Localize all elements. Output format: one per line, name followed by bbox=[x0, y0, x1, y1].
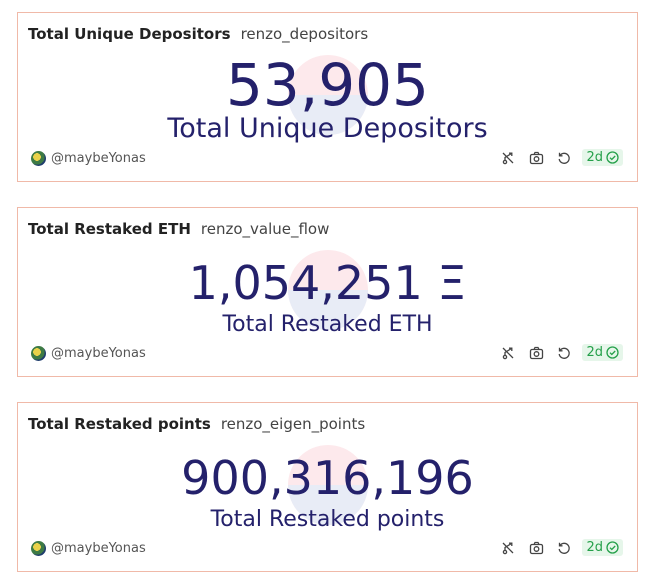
check-circle-icon bbox=[606, 541, 619, 554]
counter-value: 53,905 bbox=[226, 51, 429, 119]
counter-value: 900,316,196 bbox=[181, 451, 474, 505]
author-link[interactable]: @maybeYonas bbox=[31, 346, 146, 361]
card-title[interactable]: Total Unique Depositors bbox=[28, 25, 231, 43]
card-header: Total Restaked points renzo_eigen_points bbox=[28, 414, 365, 433]
counter-label: Total Restaked ETH bbox=[222, 312, 433, 337]
fork-icon[interactable] bbox=[500, 540, 516, 556]
check-circle-icon bbox=[606, 151, 619, 164]
author-name[interactable]: @maybeYonas bbox=[51, 151, 146, 166]
counter-card-restaked-eth: Total Restaked ETH renzo_value_flow 1,054… bbox=[17, 207, 638, 377]
card-title[interactable]: Total Restaked ETH bbox=[28, 220, 191, 238]
refresh-icon[interactable] bbox=[556, 345, 572, 361]
camera-icon[interactable] bbox=[528, 345, 544, 361]
age-text: 2d bbox=[586, 150, 603, 165]
camera-icon[interactable] bbox=[528, 540, 544, 556]
counter-card-depositors: Total Unique Depositors renzo_depositors … bbox=[17, 12, 638, 182]
card-actions: 2d bbox=[488, 539, 623, 556]
fork-icon[interactable] bbox=[500, 150, 516, 166]
card-query-name[interactable]: renzo_value_flow bbox=[201, 220, 330, 238]
age-badge: 2d bbox=[582, 149, 623, 166]
avatar bbox=[31, 151, 46, 166]
counter-label: Total Restaked points bbox=[210, 507, 445, 532]
card-title[interactable]: Total Restaked points bbox=[28, 415, 211, 433]
counter-card-restaked-points: Total Restaked points renzo_eigen_points … bbox=[17, 402, 638, 572]
card-actions: 2d bbox=[488, 149, 623, 166]
avatar bbox=[31, 346, 46, 361]
card-header: Total Restaked ETH renzo_value_flow bbox=[28, 219, 329, 238]
author-name[interactable]: @maybeYonas bbox=[51, 541, 146, 556]
check-circle-icon bbox=[606, 346, 619, 359]
card-query-name[interactable]: renzo_depositors bbox=[241, 25, 369, 43]
avatar bbox=[31, 541, 46, 556]
author-link[interactable]: @maybeYonas bbox=[31, 151, 146, 166]
fork-icon[interactable] bbox=[500, 345, 516, 361]
camera-icon[interactable] bbox=[528, 150, 544, 166]
age-badge: 2d bbox=[582, 344, 623, 361]
author-link[interactable]: @maybeYonas bbox=[31, 541, 146, 556]
card-actions: 2d bbox=[488, 344, 623, 361]
age-text: 2d bbox=[586, 540, 603, 555]
refresh-icon[interactable] bbox=[556, 540, 572, 556]
author-name[interactable]: @maybeYonas bbox=[51, 346, 146, 361]
card-query-name[interactable]: renzo_eigen_points bbox=[221, 415, 365, 433]
counter-label: Total Unique Depositors bbox=[167, 113, 488, 144]
age-text: 2d bbox=[586, 345, 603, 360]
refresh-icon[interactable] bbox=[556, 150, 572, 166]
card-header: Total Unique Depositors renzo_depositors bbox=[28, 24, 368, 43]
counter-value: 1,054,251 Ξ bbox=[188, 256, 467, 310]
age-badge: 2d bbox=[582, 539, 623, 556]
